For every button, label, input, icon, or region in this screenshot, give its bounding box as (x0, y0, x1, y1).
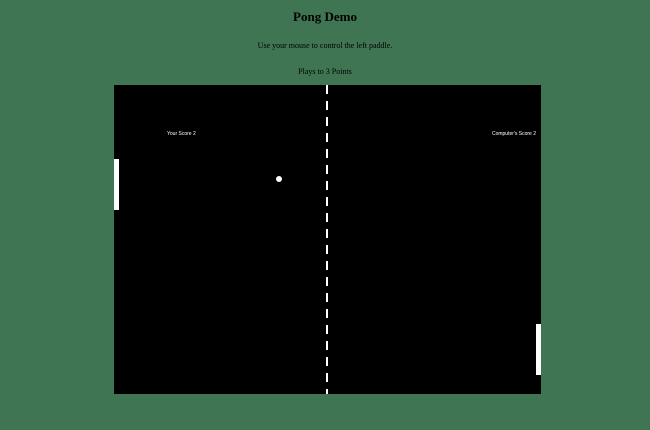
net-dash (326, 213, 328, 222)
instructions-text: Use your mouse to control the left paddl… (257, 41, 393, 50)
page-title: Pong Demo (293, 9, 357, 24)
net-dash (326, 325, 328, 334)
net-dash (326, 229, 328, 238)
net-dash (326, 85, 328, 94)
player-paddle[interactable] (114, 159, 119, 210)
net-dash (326, 261, 328, 270)
computer-paddle (536, 324, 541, 375)
game-canvas[interactable]: Your Score 2 Computer's Score 2 (114, 85, 541, 394)
net-dash (326, 389, 328, 394)
center-net (326, 85, 328, 394)
net-dash (326, 373, 328, 382)
net-dash (326, 277, 328, 286)
net-dash (326, 245, 328, 254)
net-dash (326, 357, 328, 366)
net-dash (326, 101, 328, 110)
computer-score: Computer's Score 2 (491, 131, 536, 137)
net-dash (326, 149, 328, 158)
player-score: Your Score 2 (167, 131, 196, 137)
net-dash (326, 293, 328, 302)
net-dash (326, 197, 328, 206)
net-dash (326, 165, 328, 174)
net-dash (326, 309, 328, 318)
plays-to-text: Plays to 3 Points (298, 67, 352, 76)
ball (276, 176, 282, 182)
net-dash (326, 341, 328, 350)
net-dash (326, 133, 328, 142)
net-dash (326, 181, 328, 190)
net-dash (326, 117, 328, 126)
